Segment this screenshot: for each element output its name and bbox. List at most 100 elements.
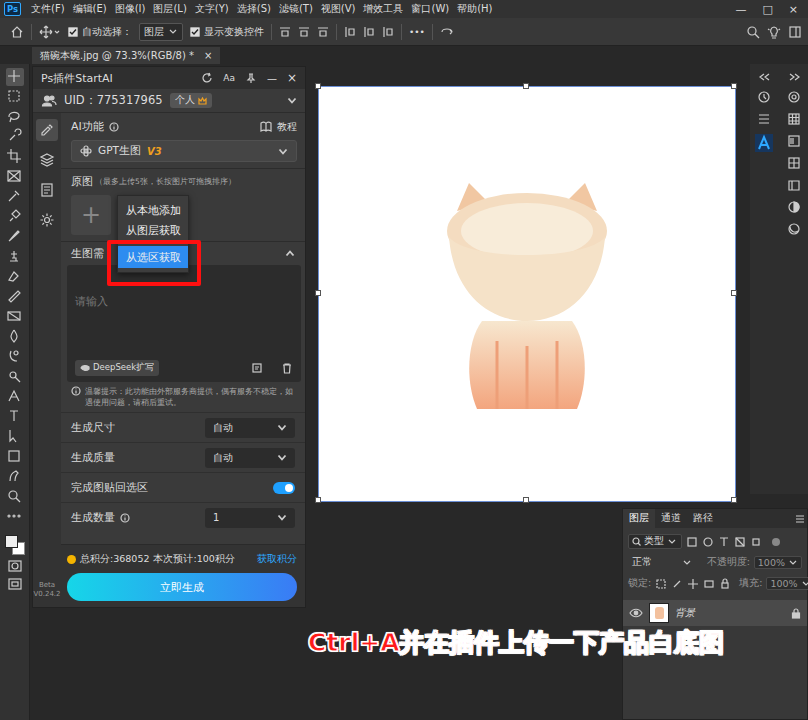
panel-tab[interactable]: 通道 [655, 509, 687, 528]
move-tool-icon[interactable] [39, 25, 61, 39]
panel-tab[interactable]: 路径 [687, 509, 719, 528]
home-icon[interactable] [10, 25, 24, 39]
deepseek-button[interactable]: DeepSeek扩写 [75, 360, 159, 376]
menu-item[interactable]: 编辑(E) [69, 2, 111, 16]
transform-handle[interactable] [731, 290, 737, 296]
nav-item[interactable] [36, 179, 58, 201]
history-panel-icon[interactable] [757, 90, 771, 104]
lock-option-icon[interactable] [719, 578, 731, 590]
menu-item[interactable]: 从选区获取 [118, 246, 188, 268]
filter-icon[interactable] [702, 536, 714, 548]
setting-dropdown[interactable]: 自动 [205, 448, 295, 468]
transform-handle[interactable] [315, 83, 321, 89]
nav-item[interactable] [36, 209, 58, 231]
menu-item[interactable]: 帮助(H) [453, 2, 496, 16]
3d-mode-icon[interactable] [440, 26, 454, 38]
tutorial-link[interactable]: 教程 [277, 120, 297, 134]
channels-panel-icon[interactable] [787, 222, 801, 236]
checkbox-label[interactable]: 显示变换控件 [204, 25, 264, 39]
menu-item[interactable]: 从本地添加 [118, 200, 188, 220]
layer-row[interactable]: 背景 [623, 600, 807, 626]
generate-button[interactable]: 立即生成 [67, 573, 297, 601]
lock-option-icon[interactable] [703, 578, 715, 590]
fill-field[interactable]: 100% [766, 577, 808, 590]
tool-icon[interactable] [6, 388, 24, 406]
lock-option-icon[interactable] [671, 578, 683, 590]
filter-icon[interactable] [686, 536, 698, 548]
filter-toggle[interactable] [772, 538, 780, 546]
lock-option-icon[interactable] [687, 578, 699, 590]
window-control[interactable]: — [735, 3, 746, 16]
trash-icon[interactable] [281, 362, 293, 374]
tool-icon[interactable] [6, 188, 24, 206]
history-icon[interactable] [251, 362, 263, 374]
workspace-icon[interactable] [788, 25, 802, 39]
filter-icon[interactable] [734, 536, 746, 548]
tool-icon[interactable] [6, 148, 24, 166]
menu-item[interactable]: 从图层获取 [118, 220, 188, 240]
tool-icon[interactable] [6, 168, 24, 186]
transform-handle[interactable] [731, 497, 737, 503]
checkbox[interactable] [68, 27, 78, 37]
panel-menu-icon[interactable] [793, 513, 807, 525]
align-icon[interactable] [279, 26, 291, 38]
tool-icon[interactable] [6, 408, 24, 426]
menu-item[interactable]: 滤镜(T) [275, 2, 317, 16]
transform-handle[interactable] [523, 83, 529, 89]
filter-dropdown[interactable]: 类型 [628, 534, 682, 549]
transform-handle[interactable] [315, 497, 321, 503]
tool-icon[interactable] [6, 328, 24, 346]
menu-item[interactable]: 增效工具 [359, 2, 407, 16]
tool-icon[interactable] [6, 468, 24, 486]
menu-item[interactable]: 选择(S) [233, 2, 275, 16]
checkbox-label[interactable]: 自动选择： [82, 25, 132, 39]
window-control[interactable]: × [789, 3, 798, 16]
libraries-panel-icon[interactable] [787, 178, 801, 192]
checkbox[interactable] [190, 27, 200, 37]
menu-item[interactable]: 图像(I) [111, 2, 150, 16]
lock-option-icon[interactable] [655, 578, 667, 590]
panel-tab[interactable]: 图层 [623, 509, 655, 528]
tool-icon[interactable] [6, 208, 24, 226]
properties-panel-icon[interactable] [757, 112, 771, 126]
expand-dock-icon[interactable] [758, 72, 770, 82]
book-icon[interactable] [260, 121, 272, 132]
adjustments-panel-icon[interactable] [787, 200, 801, 214]
tool-icon[interactable] [6, 488, 24, 506]
tool-icon[interactable] [6, 448, 24, 466]
filter-icon[interactable] [718, 536, 730, 548]
window-control[interactable]: □ [762, 3, 772, 16]
tool-icon[interactable] [6, 428, 24, 446]
opacity-field[interactable]: 100% [754, 556, 802, 569]
refresh-icon[interactable] [201, 72, 213, 84]
menu-item[interactable]: 视图(V) [317, 2, 360, 16]
target-dropdown[interactable]: 图层 [139, 23, 183, 41]
expand-icon[interactable] [287, 96, 297, 105]
tool-icon[interactable] [6, 288, 24, 306]
tool-icon[interactable] [6, 68, 24, 86]
setting-dropdown[interactable]: 1 [205, 508, 295, 528]
align-icon[interactable] [363, 26, 375, 38]
tool-icon[interactable] [6, 308, 24, 326]
search-icon[interactable] [746, 25, 760, 39]
minimize-button[interactable]: — [267, 73, 277, 84]
upload-button[interactable]: + [71, 195, 111, 235]
color-swatches[interactable] [4, 534, 26, 556]
close-button[interactable]: × [287, 71, 297, 85]
menu-item[interactable]: 文件(F) [27, 2, 69, 16]
lightbulb-icon[interactable] [767, 25, 781, 39]
blend-dropdown[interactable]: 正常 [628, 555, 696, 570]
menu-item[interactable]: 文字(Y) [191, 2, 233, 16]
more-button[interactable]: ••• [409, 27, 425, 37]
gradient-panel-icon[interactable] [787, 134, 801, 148]
tool-icon[interactable] [6, 128, 24, 146]
nav-item[interactable] [36, 119, 58, 141]
align-icon[interactable] [344, 26, 356, 38]
get-points-link[interactable]: 获取积分 [257, 553, 297, 566]
toggle[interactable] [273, 482, 295, 494]
menu-item[interactable]: 图层(L) [149, 2, 190, 16]
collapse-dock-icon[interactable] [788, 72, 800, 82]
nav-item[interactable] [36, 149, 58, 171]
patterns-panel-icon[interactable] [787, 156, 801, 170]
tool-icon[interactable] [6, 248, 24, 266]
